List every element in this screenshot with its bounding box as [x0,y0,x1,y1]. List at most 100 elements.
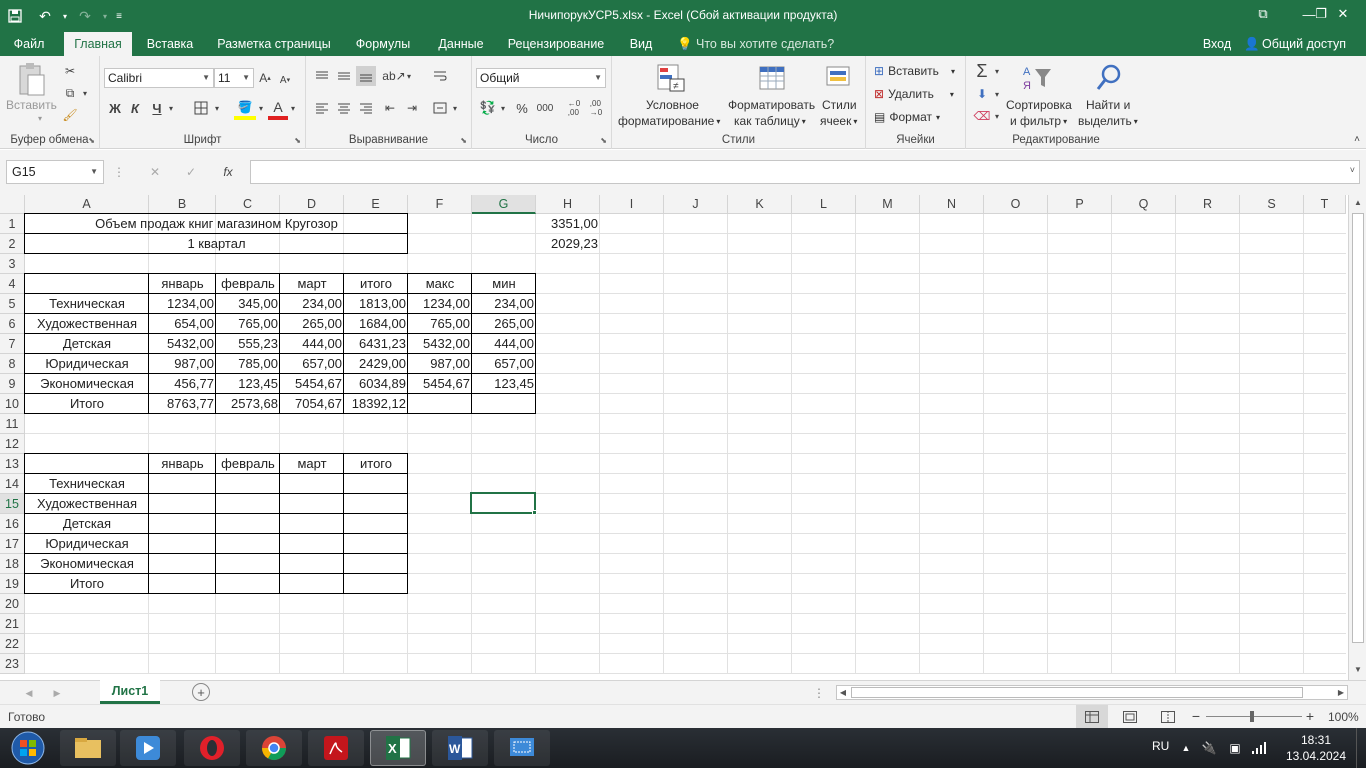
decrease-decimal-icon[interactable]: ,00 →0 [586,98,606,118]
percent-button[interactable]: % [512,98,532,118]
tab-home[interactable]: Главная [64,32,132,56]
cell-C7[interactable]: 555,23 [216,334,280,354]
font-launcher-icon[interactable]: ⬊ [294,136,301,145]
cell-G6[interactable]: 265,00 [472,314,536,334]
cell-D4[interactable]: март [280,274,344,294]
cell-D5[interactable]: 234,00 [280,294,344,314]
tab-file[interactable]: Файл [4,32,54,56]
vertical-scrollbar[interactable]: ▲ ▼ [1348,195,1366,680]
power-icon[interactable]: 🔌 [1200,739,1218,757]
row-header-10[interactable]: 10 [0,394,25,414]
row-header-14[interactable]: 14 [0,474,25,494]
column-header-T[interactable]: T [1304,195,1346,214]
cell-A10[interactable]: Итого [25,394,149,414]
format-cells-button[interactable]: ▤ Формат ▾ [874,110,940,124]
format-as-table-icon[interactable] [756,62,790,94]
cell-C8[interactable]: 785,00 [216,354,280,374]
borders-icon[interactable] [190,98,212,118]
show-desktop-button[interactable] [1356,728,1366,768]
alignment-launcher-icon[interactable]: ⬊ [460,136,467,145]
start-button[interactable] [0,730,56,766]
cell-A16[interactable]: Детская [25,514,149,534]
sort-filter-icon[interactable]: AЯ [1020,62,1054,94]
column-header-C[interactable]: C [216,195,280,214]
tab-page-layout[interactable]: Разметка страницы [212,32,336,56]
copy-icon[interactable]: ⧉ [60,84,80,102]
network-signal-icon[interactable] [1250,739,1268,757]
align-left-icon[interactable] [312,98,332,118]
autosum-dropdown-icon[interactable]: ▾ [992,60,1002,82]
normal-view-icon[interactable] [1076,705,1108,728]
increase-decimal-icon[interactable]: ←0,00 [564,98,584,118]
cell-H1[interactable]: 3351,00 [536,214,600,234]
cell-B13[interactable]: январь [149,454,216,474]
cell-A2[interactable]: 1 квартал [25,234,408,254]
cell-styles-label-2[interactable]: ячеек ▾ [820,114,857,128]
column-header-F[interactable]: F [408,195,472,214]
row-header-6[interactable]: 6 [0,314,25,334]
sign-in-link[interactable]: Вход [1196,32,1238,56]
column-header-O[interactable]: O [984,195,1048,214]
copy-dropdown-icon[interactable]: ▾ [80,84,90,102]
sort-filter-label-1[interactable]: Сортировка [1006,98,1072,112]
name-box[interactable]: G15 ▼ [6,160,104,184]
cell-C6[interactable]: 765,00 [216,314,280,334]
underline-button[interactable]: Ч [148,98,166,118]
row-header-5[interactable]: 5 [0,294,25,314]
grow-font-icon[interactable]: A ▴ [256,68,274,88]
cell-F9[interactable]: 5454,67 [408,374,472,394]
show-hidden-icons-icon[interactable]: ▲ [1180,740,1192,756]
row-header-2[interactable]: 2 [0,234,25,254]
merge-center-icon[interactable] [430,98,450,118]
column-header-M[interactable]: M [856,195,920,214]
column-header-R[interactable]: R [1176,195,1240,214]
row-header-19[interactable]: 19 [0,574,25,594]
column-header-L[interactable]: L [792,195,856,214]
find-select-label-1[interactable]: Найти и [1086,98,1130,112]
tab-formulas[interactable]: Формулы [346,32,420,56]
enter-entry-icon[interactable]: ✓ [180,162,202,182]
cell-D7[interactable]: 444,00 [280,334,344,354]
select-all-corner[interactable] [0,195,25,214]
acrobat-icon[interactable] [308,730,364,766]
font-name-combo[interactable]: Calibri ▼ [104,68,214,88]
font-color-icon[interactable]: A [268,98,288,120]
cell-F5[interactable]: 1234,00 [408,294,472,314]
align-right-icon[interactable] [356,98,376,118]
cell-H2[interactable]: 2029,23 [536,234,600,254]
cell-D8[interactable]: 657,00 [280,354,344,374]
thousands-button[interactable]: 000 [534,98,556,118]
cell-G9[interactable]: 123,45 [472,374,536,394]
cell-A1[interactable]: Объем продаж книг магазином Кругозор [25,214,408,234]
cancel-entry-icon[interactable]: ✕ [144,162,166,182]
cell-G7[interactable]: 444,00 [472,334,536,354]
row-header-17[interactable]: 17 [0,534,25,554]
cell-F8[interactable]: 987,00 [408,354,472,374]
clipboard-launcher-icon[interactable]: ⬊ [88,136,95,145]
media-player-icon[interactable] [120,730,176,766]
insert-function-icon[interactable]: fx [216,162,240,182]
column-header-S[interactable]: S [1240,195,1304,214]
cell-C10[interactable]: 2573,68 [216,394,280,414]
worksheet-grid[interactable]: A B C D E F G H I J K L M N O P Q R S T 1 2 3 4 5 6 7 8 9 10 11 12 13 14 1… [0,195,1366,680]
conditional-formatting-label-1[interactable]: Условное [646,98,699,112]
page-layout-view-icon[interactable] [1116,705,1144,728]
expand-formula-bar-icon[interactable]: ˅ [1350,165,1355,175]
cell-E9[interactable]: 6034,89 [344,374,408,394]
underline-dropdown-icon[interactable]: ▾ [166,98,176,118]
cell-B5[interactable]: 1234,00 [149,294,216,314]
row-header-22[interactable]: 22 [0,634,25,654]
horizontal-scroll-thumb[interactable] [851,687,1303,698]
bold-button[interactable]: Ж [106,98,124,118]
clock[interactable]: 18:31 13.04.2024 [1284,732,1348,764]
cell-A14[interactable]: Техническая [25,474,149,494]
cell-A6[interactable]: Художественная [25,314,149,334]
cell-A15[interactable]: Художественная [25,494,149,514]
fill-dropdown-icon[interactable]: ▾ [992,84,1002,104]
row-header-7[interactable]: 7 [0,334,25,354]
scroll-left-icon[interactable]: ◀ [837,686,849,699]
increase-indent-icon[interactable]: ⇥ [402,98,422,118]
zoom-slider-thumb[interactable] [1250,711,1254,722]
cell-A17[interactable]: Юридическая [25,534,149,554]
conditional-formatting-icon[interactable]: ≠ [654,62,688,94]
